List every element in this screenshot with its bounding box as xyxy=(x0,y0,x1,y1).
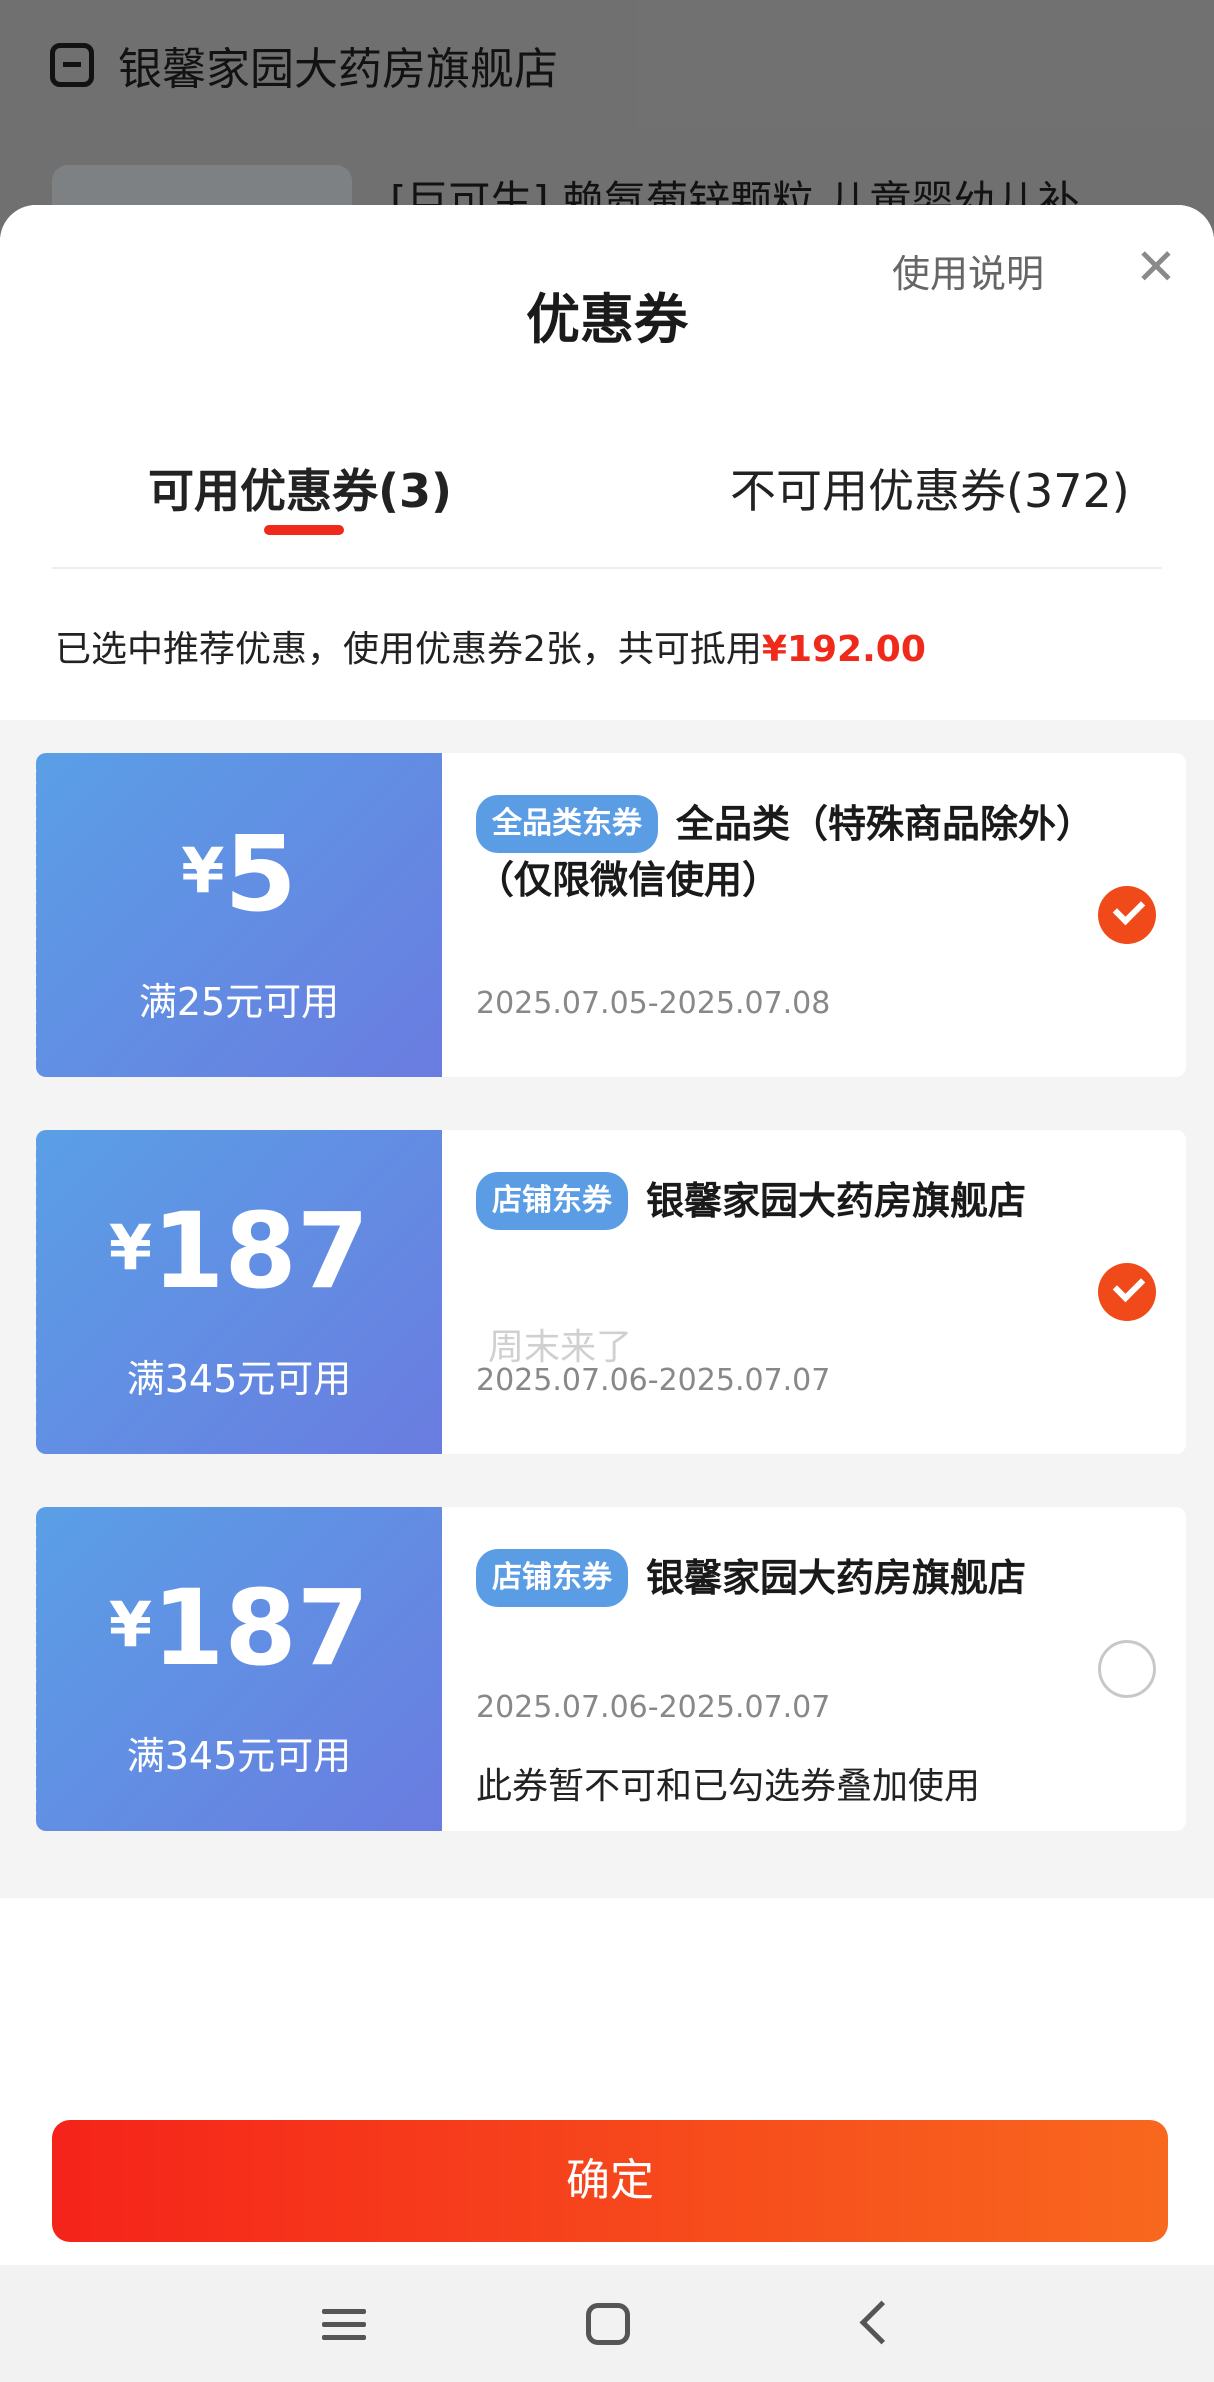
coupon-card[interactable]: ¥187 满345元可用 店铺东券 银馨家园大药房旗舰店 2025.07.06-2… xyxy=(36,1130,1186,1454)
coupon-details: 店铺东券 银馨家园大药房旗舰店 2025.07.06-2025.07.07 此券暂… xyxy=(476,1507,1186,1831)
coupon-value-panel: ¥187 满345元可用 xyxy=(36,1130,442,1454)
coupon-title: 全品类东券 全品类（特殊商品除外）（仅限微信使用） xyxy=(476,795,1076,907)
coupon-details: 全品类东券 全品类（特殊商品除外）（仅限微信使用） 2025.07.05-2025… xyxy=(476,753,1186,1077)
back-icon[interactable] xyxy=(859,2300,904,2345)
coupon-amount: ¥187 xyxy=(36,1567,442,1689)
selection-summary: 已选中推荐优惠，使用优惠券2张，共可抵用¥192.00 xyxy=(55,620,926,672)
coupon-validity-date: 2025.07.05-2025.07.08 xyxy=(476,986,831,1021)
coupon-condition: 满345元可用 xyxy=(126,1734,352,1778)
watermark-text: 周末来了 xyxy=(488,1327,633,1368)
coupon-checkbox-checked[interactable] xyxy=(1098,886,1156,944)
coupon-amount-value: 187 xyxy=(152,1567,370,1689)
coupon-title-text: 银馨家园大药房旗舰店 xyxy=(646,1556,1027,1600)
tab-unavailable-coupons[interactable]: 不可用优惠券(372) xyxy=(730,455,1130,521)
coupon-title: 店铺东券 银馨家园大药房旗舰店 xyxy=(476,1172,1076,1230)
yen-symbol: ¥ xyxy=(108,1211,153,1284)
coupon-checkbox-checked[interactable] xyxy=(1098,1263,1156,1321)
coupon-amount: ¥5 xyxy=(36,813,442,935)
coupon-condition: 满345元可用 xyxy=(126,1357,352,1401)
system-navigation-bar xyxy=(0,2265,1214,2382)
coupon-type-badge: 全品类东券 xyxy=(476,795,658,853)
coupon-validity-date: 2025.07.06-2025.07.07 xyxy=(476,1690,831,1725)
coupon-details: 店铺东券 银馨家园大药房旗舰店 2025.07.06-2025.07.07 xyxy=(476,1130,1186,1454)
coupon-value-panel: ¥5 满25元可用 xyxy=(36,753,442,1077)
summary-text: 已选中推荐优惠，使用优惠券2张，共可抵用 xyxy=(55,629,762,670)
coupon-card[interactable]: ¥5 满25元可用 全品类东券 全品类（特殊商品除外）（仅限微信使用） 2025.… xyxy=(36,753,1186,1077)
coupon-card[interactable]: ¥187 满345元可用 店铺东券 银馨家园大药房旗舰店 2025.07.06-2… xyxy=(36,1507,1186,1831)
yen-symbol: ¥ xyxy=(108,1588,153,1661)
active-tab-indicator xyxy=(264,525,344,535)
coupon-title-text: 银馨家园大药房旗舰店 xyxy=(646,1179,1027,1223)
coupon-value-panel: ¥187 满345元可用 xyxy=(36,1507,442,1831)
close-icon[interactable]: ✕ xyxy=(1128,239,1184,295)
sheet-header: 优惠券 使用说明 ✕ 可用优惠券(3) 不可用优惠券(372) 已选中推荐优惠，… xyxy=(0,205,1214,720)
yen-symbol: ¥ xyxy=(181,834,225,907)
coupon-amount: ¥187 xyxy=(36,1190,442,1312)
coupon-amount-value: 5 xyxy=(224,813,297,935)
tab-available-coupons[interactable]: 可用优惠券(3) xyxy=(148,455,452,521)
tabs-divider xyxy=(52,567,1162,569)
summary-amount: ¥192.00 xyxy=(761,629,926,670)
coupon-checkbox-unchecked[interactable] xyxy=(1098,1640,1156,1698)
coupon-title: 店铺东券 银馨家园大药房旗舰店 xyxy=(476,1549,1076,1607)
coupon-type-badge: 店铺东券 xyxy=(476,1549,628,1607)
coupon-condition: 满25元可用 xyxy=(138,980,340,1024)
coupon-stacking-note: 此券暂不可和已勾选券叠加使用 xyxy=(476,1766,981,1807)
coupon-amount-value: 187 xyxy=(152,1190,370,1312)
confirm-button[interactable]: 确定 xyxy=(52,2120,1168,2242)
coupon-type-badge: 店铺东券 xyxy=(476,1172,628,1230)
home-icon[interactable] xyxy=(586,2303,630,2345)
usage-instructions-link[interactable]: 使用说明 xyxy=(892,243,1044,298)
menu-icon[interactable] xyxy=(322,2309,366,2341)
